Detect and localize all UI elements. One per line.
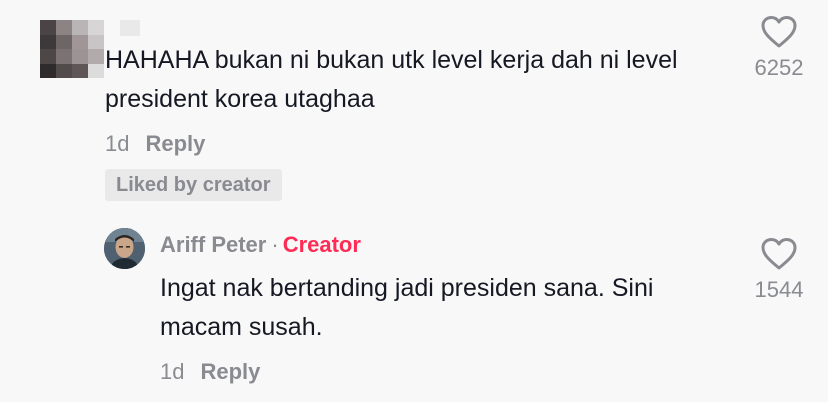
- creator-avatar[interactable]: [104, 228, 145, 269]
- header-separator: ·: [271, 232, 279, 257]
- like-count: 6252: [754, 55, 804, 80]
- redacted-username: [120, 20, 140, 36]
- reply-like-control[interactable]: 1544: [739, 237, 819, 303]
- reply-timestamp: 1d: [160, 359, 185, 384]
- reply-button[interactable]: Reply: [200, 359, 260, 384]
- comment-text: HAHAHA bukan ni bukan utk level kerja da…: [105, 46, 678, 113]
- heart-outline-icon[interactable]: [760, 15, 798, 49]
- reply-username[interactable]: Ariff Peter: [160, 232, 266, 257]
- creator-badge: Creator: [282, 232, 361, 257]
- reply-button[interactable]: Reply: [145, 131, 205, 156]
- reply-header: Ariff Peter · Creator: [160, 232, 361, 258]
- reply-text: Ingat nak bertanding jadi presiden sana.…: [160, 274, 654, 341]
- reply-meta: 1d Reply: [160, 359, 260, 385]
- liked-by-creator-badge: Liked by creator: [105, 169, 282, 201]
- commenter-avatar-pixelated[interactable]: [40, 20, 104, 78]
- comment-timestamp: 1d: [105, 131, 130, 156]
- comment-meta: 1d Reply: [105, 131, 205, 157]
- like-count: 1544: [754, 277, 804, 302]
- user-avatar-image: [104, 228, 145, 269]
- comment-like-control[interactable]: 6252: [739, 15, 819, 81]
- heart-outline-icon[interactable]: [760, 237, 798, 271]
